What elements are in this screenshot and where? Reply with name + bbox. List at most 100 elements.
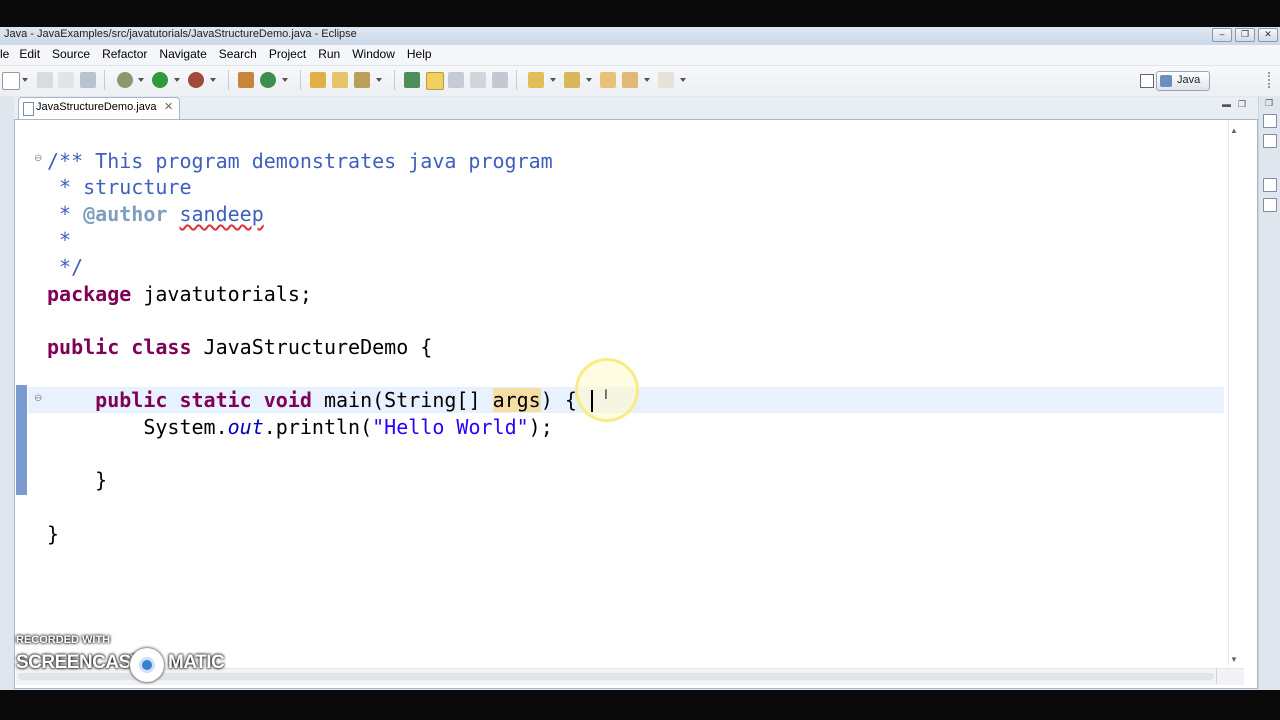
code-line: System.out.println("Hello World"); xyxy=(47,414,553,440)
outline-view-icon[interactable] xyxy=(1263,134,1277,148)
code-line: /** This program demonstrates java progr… xyxy=(47,148,553,174)
menu-edit[interactable]: Edit xyxy=(19,47,40,61)
previous-annotation-dropdown-icon[interactable] xyxy=(586,78,592,82)
javadoc-text: */ xyxy=(47,255,84,279)
restore-view-icon[interactable] xyxy=(1263,178,1277,192)
code-line: } xyxy=(47,467,107,493)
closing-brace: } xyxy=(47,468,108,492)
window-controls: – ❐ ✕ xyxy=(1212,28,1278,42)
editor-tab-label: JavaStructureDemo.java xyxy=(36,101,157,113)
console-view-icon[interactable] xyxy=(1263,198,1277,212)
new-class-dropdown-icon[interactable] xyxy=(282,78,288,82)
toolbar-separator xyxy=(516,70,517,90)
method-signature: main(String[] xyxy=(311,388,493,412)
top-black-bar xyxy=(0,0,1280,27)
menu-help[interactable]: Help xyxy=(407,47,432,61)
minimize-window-button[interactable]: – xyxy=(1212,28,1232,42)
editor-tab[interactable]: JavaStructureDemo.java ✕ xyxy=(18,97,180,119)
menu: le Edit Source Refactor Navigate Search … xyxy=(0,47,444,61)
menu-window[interactable]: Window xyxy=(352,47,395,61)
toolbar-separator xyxy=(300,70,301,90)
mark-occurrences-icon[interactable] xyxy=(426,72,444,90)
keyword: class xyxy=(131,335,192,359)
toolbar-overflow-handle[interactable] xyxy=(1268,72,1276,88)
text-caret xyxy=(591,390,593,412)
forward-icon[interactable] xyxy=(658,72,674,88)
new-dropdown-icon[interactable] xyxy=(22,78,28,82)
range-indicator xyxy=(16,385,27,495)
print-icon[interactable] xyxy=(80,72,96,88)
fold-collapse-icon[interactable]: ⊖ xyxy=(34,393,42,404)
java-perspective-icon xyxy=(1160,75,1172,87)
perspective-label: Java xyxy=(1177,74,1201,86)
javadoc-text: /** This program demonstrates java progr… xyxy=(47,149,553,173)
menu-file[interactable]: le xyxy=(0,47,9,61)
scroll-down-icon[interactable]: ▼ xyxy=(1230,655,1238,664)
save-icon[interactable] xyxy=(37,72,53,88)
menu-search[interactable]: Search xyxy=(219,47,257,61)
next-annotation-icon[interactable] xyxy=(528,72,544,88)
watermark-matic: MATIC xyxy=(168,652,225,673)
menu-run[interactable]: Run xyxy=(318,47,340,61)
open-folder-icon[interactable] xyxy=(332,72,348,88)
bottom-black-bar xyxy=(0,690,1280,720)
fold-collapse-icon[interactable]: ⊖ xyxy=(34,153,42,164)
menu-navigate[interactable]: Navigate xyxy=(159,47,206,61)
back-dropdown-icon[interactable] xyxy=(644,78,650,82)
java-perspective-button[interactable]: Java xyxy=(1156,71,1210,91)
show-whitespace-icon[interactable] xyxy=(470,72,486,88)
code-line: package javatutorials; xyxy=(47,281,312,307)
minimize-editor-icon[interactable]: ▬ xyxy=(1222,99,1231,109)
search-icon[interactable] xyxy=(354,72,370,88)
java-file-icon xyxy=(23,102,34,116)
static-field: out xyxy=(227,415,264,439)
back-icon[interactable] xyxy=(622,72,638,88)
run-icon[interactable] xyxy=(152,72,168,88)
menu-refactor[interactable]: Refactor xyxy=(102,47,147,61)
maximize-editor-icon[interactable]: ❐ xyxy=(1238,99,1246,110)
new-class-icon[interactable] xyxy=(260,72,276,88)
toolbar-separator xyxy=(394,70,395,90)
ibeam-cursor-icon: I xyxy=(604,386,608,402)
restore-view-icon[interactable] xyxy=(1263,114,1277,128)
next-annotation-dropdown-icon[interactable] xyxy=(550,78,556,82)
open-type-icon[interactable] xyxy=(310,72,326,88)
menu-source[interactable]: Source xyxy=(52,47,90,61)
javadoc-space xyxy=(167,202,179,226)
scrollbar-divider xyxy=(1216,668,1217,684)
toolbar-separator xyxy=(104,70,105,90)
paragraph-icon[interactable] xyxy=(492,72,508,88)
open-perspective-icon[interactable] xyxy=(1140,74,1154,88)
search-dropdown-icon[interactable] xyxy=(376,78,382,82)
javadoc-text: * structure xyxy=(47,175,192,199)
restore-window-button[interactable]: ❐ xyxy=(1235,28,1255,42)
debug-icon[interactable] xyxy=(117,72,133,88)
last-edit-location-icon[interactable] xyxy=(600,72,616,88)
close-window-button[interactable]: ✕ xyxy=(1258,28,1278,42)
external-tools-icon[interactable] xyxy=(188,72,204,88)
block-selection-icon[interactable] xyxy=(448,72,464,88)
method-call: .println( xyxy=(263,415,373,439)
statement-end: ); xyxy=(528,415,553,439)
external-tools-dropdown-icon[interactable] xyxy=(210,78,216,82)
restore-icon[interactable]: ❐ xyxy=(1265,98,1273,109)
scroll-up-icon[interactable]: ▲ xyxy=(1230,126,1238,135)
javadoc-tag: @author xyxy=(83,202,168,226)
method-signature-end: ) { xyxy=(540,388,577,412)
debug-dropdown-icon[interactable] xyxy=(138,78,144,82)
watermark-screencast: SCREENCAST xyxy=(16,652,142,673)
statement: System. xyxy=(47,415,228,439)
toggle-breadcrumb-icon[interactable] xyxy=(404,72,420,88)
save-all-icon[interactable] xyxy=(58,72,74,88)
new-icon[interactable] xyxy=(2,72,20,90)
close-tab-icon[interactable]: ✕ xyxy=(164,100,173,113)
javadoc-text: * xyxy=(47,202,84,226)
class-declaration: JavaStructureDemo { xyxy=(191,335,433,359)
run-dropdown-icon[interactable] xyxy=(174,78,180,82)
horizontal-scrollbar-thumb[interactable] xyxy=(18,673,1214,680)
forward-dropdown-icon[interactable] xyxy=(680,78,686,82)
menu-project[interactable]: Project xyxy=(269,47,306,61)
new-java-project-icon[interactable] xyxy=(238,72,254,88)
previous-annotation-icon[interactable] xyxy=(564,72,580,88)
